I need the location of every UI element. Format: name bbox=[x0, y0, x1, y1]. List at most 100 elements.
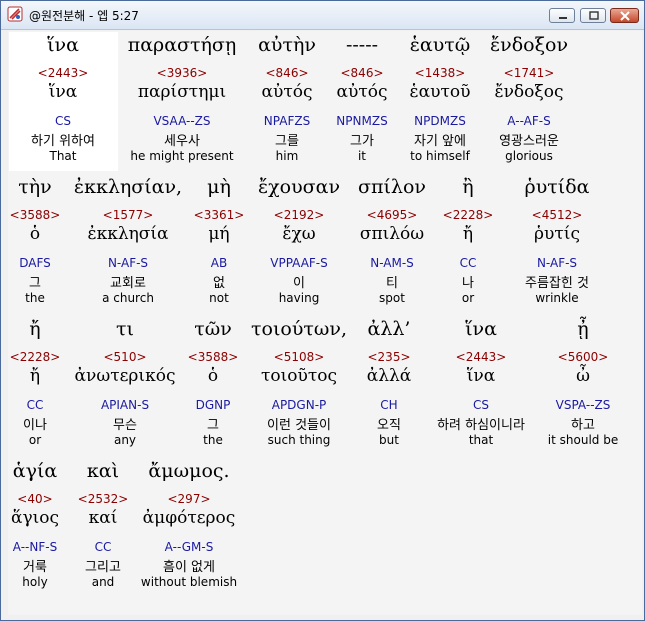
greek-word: παραστήσῃ bbox=[127, 34, 237, 56]
parse-code: CC bbox=[459, 256, 477, 270]
lemma: ἤ bbox=[29, 366, 41, 386]
app-icon bbox=[7, 6, 23, 22]
strong-number: <1577> bbox=[102, 208, 154, 222]
strong-number: <297> bbox=[167, 492, 211, 506]
english-gloss: without blemish bbox=[140, 575, 238, 589]
lemma: ἀλλά bbox=[366, 366, 412, 386]
maximize-button[interactable] bbox=[580, 8, 606, 23]
korean-gloss: 교회로 bbox=[110, 276, 146, 291]
word-column[interactable]: ἔνδοξον <1741> ἔνδοξος A--AF-S 영광스러운 glorious bbox=[469, 34, 589, 169]
greek-word: ᾖ bbox=[577, 318, 589, 340]
parse-code: NPDMZS bbox=[414, 114, 466, 128]
korean-gloss: 하기 위하여 bbox=[31, 134, 95, 149]
english-gloss: glorious bbox=[505, 149, 553, 163]
lemma: ἵνα bbox=[48, 82, 78, 102]
parse-code: VSPA--ZS bbox=[555, 398, 611, 412]
lemma: παρίστημι bbox=[137, 82, 227, 102]
greek-word: ἤ bbox=[29, 318, 41, 340]
parse-code: APDGN-P bbox=[271, 398, 327, 412]
strong-number: <1438> bbox=[414, 66, 466, 80]
word-column[interactable]: ἄμωμος. <297> ἀμφότερος A--GM-S 흠이 없게 without… bbox=[129, 460, 249, 595]
lemma: ἤ bbox=[462, 224, 474, 244]
lemma: ἵνα bbox=[466, 366, 496, 386]
window-title: @원전분해 - 엡 5:27 bbox=[29, 9, 139, 23]
greek-word: τι bbox=[116, 318, 134, 340]
parse-code: N-AF-S bbox=[536, 256, 578, 270]
korean-gloss: 티 bbox=[386, 276, 398, 291]
english-gloss: not bbox=[209, 291, 229, 305]
english-gloss: or bbox=[28, 433, 42, 447]
korean-gloss: 이런 것들이 bbox=[267, 418, 331, 433]
lemma: ἔχω bbox=[282, 224, 316, 244]
english-gloss: he might present bbox=[130, 149, 234, 163]
minimize-icon bbox=[559, 17, 567, 19]
greek-word: καὶ bbox=[86, 460, 120, 482]
close-icon bbox=[620, 11, 630, 21]
english-gloss: wrinkle bbox=[535, 291, 579, 305]
strong-number: <1741> bbox=[503, 66, 555, 80]
english-gloss: spot bbox=[379, 291, 405, 305]
english-gloss: that bbox=[468, 433, 494, 447]
korean-gloss: 하려 하심이니라 bbox=[437, 418, 525, 433]
lemma: ῥυτίς bbox=[534, 224, 580, 244]
strong-number: <2532> bbox=[77, 492, 129, 506]
lemma: ἐκκλησία bbox=[87, 224, 169, 244]
strong-number: <3936> bbox=[156, 66, 208, 80]
strong-number: <235> bbox=[367, 350, 411, 364]
korean-gloss: 세우사 bbox=[164, 134, 200, 149]
strong-number: <4512> bbox=[531, 208, 583, 222]
english-gloss: a church bbox=[102, 291, 154, 305]
greek-word: ----- bbox=[345, 34, 379, 56]
korean-gloss: 이 bbox=[293, 276, 305, 291]
greek-word: ἄμωμος. bbox=[148, 460, 230, 482]
maximize-icon bbox=[589, 11, 599, 20]
parse-code: APIAN-S bbox=[100, 398, 150, 412]
lemma: ὦ bbox=[576, 366, 590, 386]
greek-word: τῶν bbox=[194, 318, 232, 340]
minimize-button[interactable] bbox=[549, 8, 575, 23]
greek-word: ἑαυτῷ bbox=[409, 34, 471, 56]
title-bar[interactable]: @원전분해 - 엡 5:27 bbox=[1, 1, 644, 30]
strong-number: <510> bbox=[103, 350, 147, 364]
word-column[interactable]: ῥυτίδα <4512> ῥυτίς N-AF-S 주름잡힌 것 wrinkle bbox=[497, 176, 617, 311]
greek-word: μὴ bbox=[207, 176, 231, 198]
english-gloss: to himself bbox=[410, 149, 470, 163]
lemma: ὁ bbox=[207, 366, 219, 386]
strong-number: <2228> bbox=[442, 208, 494, 222]
parse-code: DGNP bbox=[195, 398, 231, 412]
word-column[interactable]: ᾖ <5600> ὦ VSPA--ZS 하고 it should be bbox=[523, 318, 643, 453]
word-column[interactable]: ἵνα <2443> ἵνα CS 하기 위하여 That bbox=[3, 34, 123, 169]
korean-gloss: 영광스러운 bbox=[499, 134, 559, 149]
strong-number: <3588> bbox=[187, 350, 239, 364]
strong-number: <2228> bbox=[9, 350, 61, 364]
korean-gloss: 나 bbox=[462, 276, 474, 291]
strong-number: <2443> bbox=[455, 350, 507, 364]
greek-word: ἀλλ’ bbox=[367, 318, 411, 340]
parse-code: DAFS bbox=[19, 256, 51, 270]
strong-number: <3588> bbox=[9, 208, 61, 222]
korean-gloss: 그 bbox=[207, 418, 219, 433]
strong-number: <846> bbox=[340, 66, 384, 80]
lemma: καί bbox=[88, 508, 118, 528]
korean-gloss: 없 bbox=[213, 276, 225, 291]
english-gloss: the bbox=[25, 291, 45, 305]
korean-gloss: 오직 bbox=[377, 418, 401, 433]
parse-code: N-AF-S bbox=[107, 256, 149, 270]
parse-code: A--GM-S bbox=[164, 540, 214, 554]
lemma: ἑαυτοῦ bbox=[409, 82, 471, 102]
korean-gloss: 그리고 bbox=[85, 560, 121, 575]
english-gloss: it bbox=[357, 149, 367, 163]
english-gloss: That bbox=[49, 149, 77, 163]
parse-code: CS bbox=[473, 398, 489, 412]
lemma: ὁ bbox=[29, 224, 41, 244]
close-button[interactable] bbox=[610, 8, 639, 23]
word-column[interactable]: παραστήσῃ <3936> παρίστημι VSAA--ZS 세우사 he mi… bbox=[122, 34, 242, 169]
english-gloss: it should be bbox=[547, 433, 619, 447]
korean-gloss: 흠이 없게 bbox=[163, 560, 215, 575]
english-gloss: having bbox=[278, 291, 320, 305]
strong-number: <2443> bbox=[37, 66, 89, 80]
english-gloss: the bbox=[203, 433, 223, 447]
lemma: μή bbox=[208, 224, 230, 244]
greek-word: ἔχουσαν bbox=[257, 176, 341, 198]
english-gloss: and bbox=[91, 575, 115, 589]
